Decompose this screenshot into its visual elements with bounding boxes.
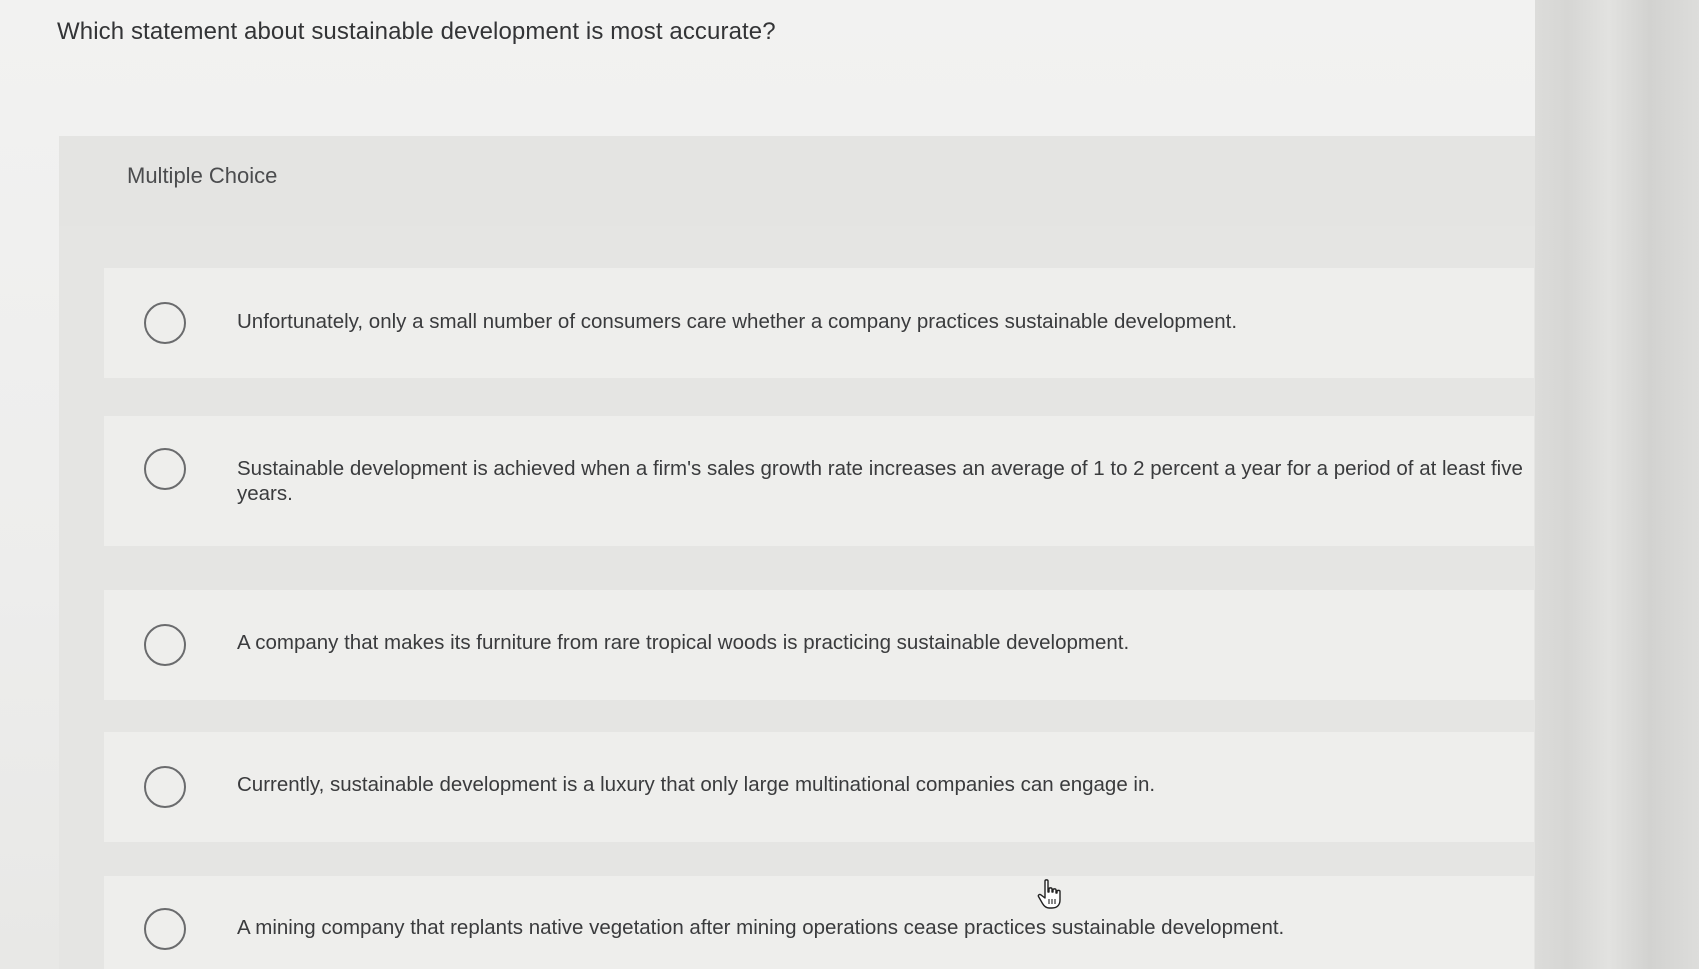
answer-option-text: A mining company that replants native ve… (237, 916, 1285, 939)
answer-option-4[interactable]: Currently, sustainable development is a … (104, 732, 1534, 842)
radio-unchecked-icon[interactable] (144, 624, 186, 666)
radio-unchecked-icon[interactable] (144, 448, 186, 490)
answer-option-text: Unfortunately, only a small number of co… (237, 310, 1238, 333)
hand-pointer-icon (1037, 879, 1061, 909)
background-edge (1535, 0, 1699, 969)
radio-unchecked-icon[interactable] (144, 302, 186, 344)
answer-options: Unfortunately, only a small number of co… (59, 226, 1699, 969)
quiz-page: Which statement about sustainable develo… (0, 0, 1699, 969)
answer-option-3[interactable]: A company that makes its furniture from … (104, 590, 1534, 700)
answer-option-text: A company that makes its furniture from … (237, 631, 1130, 654)
answer-option-2[interactable]: Sustainable development is achieved when… (104, 416, 1534, 546)
question-text: Which statement about sustainable develo… (57, 18, 776, 45)
radio-unchecked-icon[interactable] (144, 766, 186, 808)
radio-unchecked-icon[interactable] (144, 908, 186, 950)
answer-option-text: Sustainable development is achieved when… (237, 457, 1523, 505)
answer-option-text: Currently, sustainable development is a … (237, 773, 1156, 796)
question-type-label: Multiple Choice (127, 163, 278, 188)
multiple-choice-header: Multiple Choice (59, 136, 1535, 226)
answer-option-1[interactable]: Unfortunately, only a small number of co… (104, 268, 1534, 378)
answer-option-5[interactable]: A mining company that replants native ve… (104, 876, 1534, 969)
